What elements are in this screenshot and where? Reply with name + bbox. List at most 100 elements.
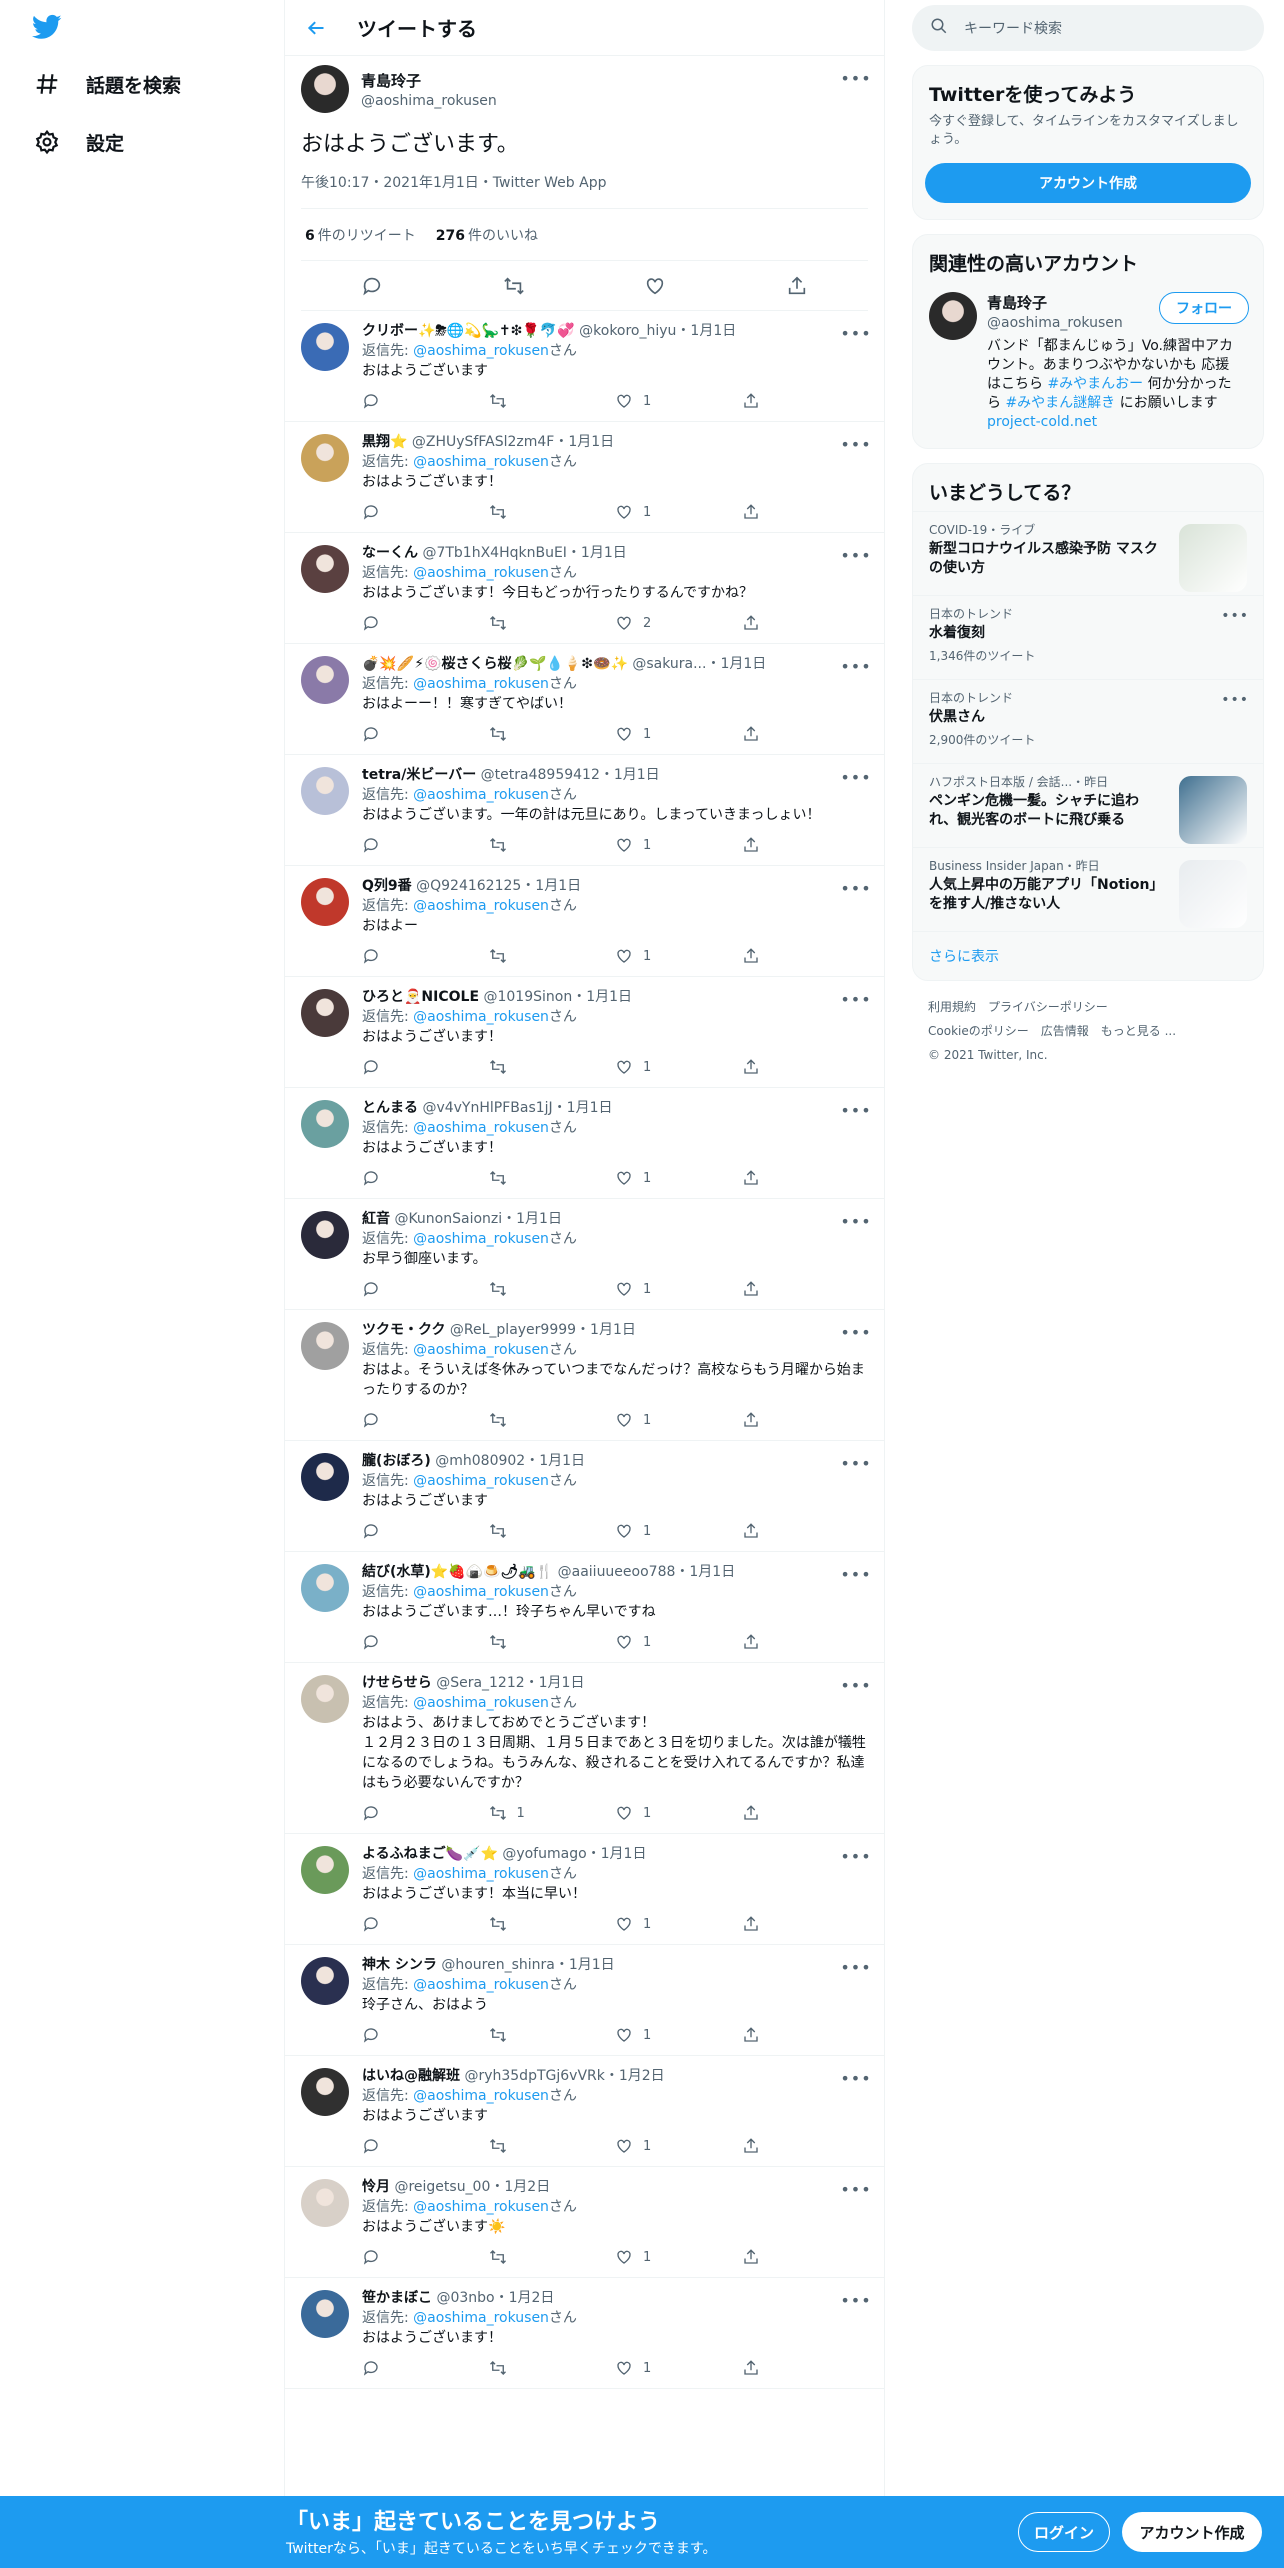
like-button[interactable]: 1 (615, 1804, 742, 1822)
like-button[interactable]: 1 (615, 1280, 742, 1298)
avatar[interactable] (301, 878, 349, 926)
reply-tweet[interactable]: はいね@融解班 @ryh35dpTGj6vVRk・1月2日 ••• 返信先: @… (285, 2056, 884, 2167)
avatar[interactable] (301, 1453, 349, 1501)
share-icon[interactable] (742, 392, 869, 410)
reply-to-link[interactable]: @aoshima_rokusen (413, 1231, 549, 1247)
like-button[interactable]: 1 (615, 1633, 742, 1651)
avatar[interactable] (301, 1322, 349, 1370)
reply-tweet[interactable]: 黒翔⭐ @ZHUySfFASl2zm4F・1月1日 ••• 返信先: @aosh… (285, 422, 884, 533)
reply-author-name[interactable]: クリボー✨⛈🌐💫🦕✝❇🌹🐬💞 (362, 323, 575, 339)
avatar[interactable] (301, 2179, 349, 2227)
reply-handle-date[interactable]: @houren_shinra・1月1日 (441, 1957, 614, 1973)
reply-author-name[interactable]: 朧(おぼろ) (362, 1453, 431, 1469)
reply-author-name[interactable]: よるふねまご🍆💉⭐ (362, 1846, 498, 1862)
more-icon[interactable]: ••• (840, 876, 870, 900)
reply-to-link[interactable]: @aoshima_rokusen (413, 1866, 549, 1882)
reply-to-link[interactable]: @aoshima_rokusen (413, 1695, 549, 1711)
avatar[interactable] (301, 656, 349, 704)
more-icon[interactable]: ••• (840, 1844, 870, 1868)
share-icon[interactable] (742, 1169, 869, 1187)
more-icon[interactable]: ••• (840, 543, 870, 567)
avatar[interactable] (301, 1564, 349, 1612)
signup-button[interactable]: アカウント作成 (1122, 2512, 1262, 2552)
reply-handle-date[interactable]: @ReL_player9999・1月1日 (450, 1322, 636, 1338)
reply-tweet[interactable]: 怜月 @reigetsu_00・1月2日 ••• 返信先: @aoshima_r… (285, 2167, 884, 2278)
reply-to-link[interactable]: @aoshima_rokusen (413, 1473, 549, 1489)
back-arrow-icon[interactable] (301, 13, 331, 43)
reply-icon[interactable] (362, 2359, 489, 2377)
reply-tweet[interactable]: ひろと🎅NICOLE @1019Sinon・1月1日 ••• 返信先: @aos… (285, 977, 884, 1088)
retweet-button[interactable] (489, 2026, 616, 2044)
more-icon[interactable]: ••• (840, 321, 870, 345)
reply-icon[interactable] (362, 2137, 489, 2155)
search-input[interactable]: キーワード検索 (912, 5, 1264, 51)
avatar[interactable] (301, 323, 349, 371)
trend-item[interactable]: ハフポスト日本版 / 会話...・昨日 ペンギン危機一髪。シャチに追われ、観光客… (913, 763, 1263, 847)
cookie-link[interactable]: Cookieのポリシー (928, 1024, 1029, 1038)
more-icon[interactable]: ••• (840, 987, 870, 1011)
reply-icon[interactable] (362, 1280, 489, 1298)
retweet-count[interactable]: 6 件のリツイート (305, 225, 416, 245)
reply-author-name[interactable]: 紅音 (362, 1211, 390, 1227)
reply-handle-date[interactable]: @aaiiuueeoo788・1月1日 (558, 1564, 736, 1580)
reply-author-name[interactable]: 💣💥🥖⚡🍥桜さくら桜🥬🌱💧🍦❇🍩✨ (362, 656, 628, 672)
hashtag-link[interactable]: #みやまん謎解き (1005, 395, 1115, 411)
reply-icon[interactable] (362, 2026, 489, 2044)
reply-handle-date[interactable]: @yofumago・1月1日 (502, 1846, 646, 1862)
retweet-button[interactable] (489, 947, 616, 965)
avatar[interactable] (301, 1211, 349, 1259)
reply-author-name[interactable]: なーくん (362, 545, 418, 561)
reply-author-name[interactable]: 神木 シンラ (362, 1957, 437, 1973)
nav-explore[interactable]: 話題を検索 (32, 62, 181, 106)
avatar[interactable] (301, 1675, 349, 1723)
more-icon[interactable]: ••• (840, 765, 870, 789)
reply-tweet[interactable]: 朧(おぼろ) @mh080902・1月1日 ••• 返信先: @aoshima_… (285, 1441, 884, 1552)
more-icon[interactable]: ••• (840, 2066, 870, 2090)
reply-tweet[interactable]: 神木 シンラ @houren_shinra・1月1日 ••• 返信先: @aos… (285, 1945, 884, 2056)
like-button[interactable]: 1 (615, 1169, 742, 1187)
share-icon[interactable] (742, 2137, 869, 2155)
reply-tweet[interactable]: とんまる @v4vYnHlPFBas1jJ・1月1日 ••• 返信先: @aos… (285, 1088, 884, 1199)
tweet-meta[interactable]: 午後10:17・2021年1月1日・Twitter Web App (301, 172, 868, 209)
retweet-button[interactable] (489, 1411, 616, 1429)
retweet-button[interactable] (489, 2359, 616, 2377)
like-button[interactable]: 1 (615, 392, 742, 410)
reply-to-link[interactable]: @aoshima_rokusen (413, 1977, 549, 1993)
retweet-button[interactable] (489, 836, 616, 854)
retweet-button[interactable] (489, 1280, 616, 1298)
more-icon[interactable]: ••• (840, 66, 870, 90)
create-account-button[interactable]: アカウント作成 (925, 163, 1251, 203)
retweet-button[interactable]: 1 (489, 1804, 616, 1822)
reply-icon[interactable] (362, 1633, 489, 1651)
retweet-button[interactable] (489, 2137, 616, 2155)
reply-to-link[interactable]: @aoshima_rokusen (413, 2310, 549, 2326)
reply-icon[interactable] (362, 1411, 489, 1429)
like-button[interactable]: 2 (615, 614, 742, 632)
share-icon[interactable] (742, 1411, 869, 1429)
author-handle[interactable]: @aoshima_rokusen (361, 93, 497, 109)
more-icon[interactable]: ••• (840, 1209, 870, 1233)
reply-handle-date[interactable]: @v4vYnHlPFBas1jJ・1月1日 (422, 1100, 612, 1116)
reply-to-link[interactable]: @aoshima_rokusen (413, 1120, 549, 1136)
privacy-link[interactable]: プライバシーポリシー (988, 1000, 1108, 1014)
share-icon[interactable] (742, 836, 869, 854)
more-icon[interactable]: ••• (840, 1562, 870, 1586)
share-icon[interactable] (780, 269, 814, 303)
reply-tweet[interactable]: けせらせら @Sera_1212・1月1日 ••• 返信先: @aoshima_… (285, 1663, 884, 1834)
like-button[interactable]: 1 (615, 2359, 742, 2377)
share-icon[interactable] (742, 1915, 869, 1933)
reply-handle-date[interactable]: @kokoro_hiyu・1月1日 (579, 323, 736, 339)
reply-to-link[interactable]: @aoshima_rokusen (413, 454, 549, 470)
avatar[interactable] (301, 2068, 349, 2116)
retweet-icon[interactable] (497, 269, 531, 303)
reply-to-link[interactable]: @aoshima_rokusen (413, 1009, 549, 1025)
reply-tweet[interactable]: 笹かまぼこ @03nbo・1月2日 ••• 返信先: @aoshima_roku… (285, 2278, 884, 2389)
reply-handle-date[interactable]: @reigetsu_00・1月2日 (394, 2179, 550, 2195)
retweet-button[interactable] (489, 1169, 616, 1187)
reply-handle-date[interactable]: @KunonSaionzi・1月1日 (394, 1211, 562, 1227)
reply-icon[interactable] (362, 836, 489, 854)
reply-tweet[interactable]: 結び(水草)⭐🍓🍙🍮🌶🚜🍴 @aaiiuueeoo788・1月1日 ••• 返信… (285, 1552, 884, 1663)
more-icon[interactable]: ••• (840, 1451, 870, 1475)
reply-author-name[interactable]: tetra/米ビーバー (362, 767, 476, 783)
trend-item[interactable]: COVID-19・ライブ 新型コロナウイルス感染予防 マスクの使い方 (913, 511, 1263, 595)
